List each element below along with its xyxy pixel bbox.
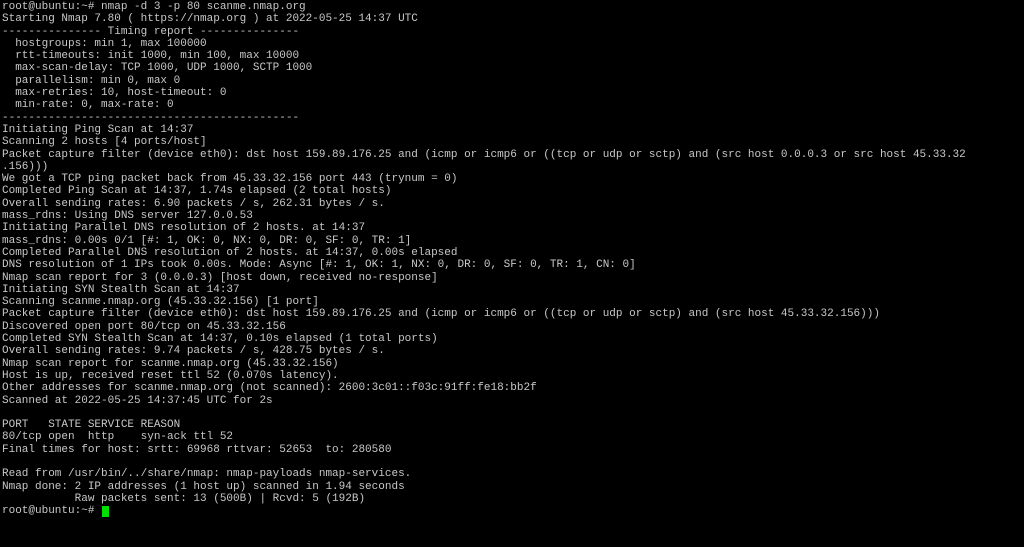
terminal-line-timing-footer: ----------------------------------------… [2,111,300,124]
shell-prompt: root@ubuntu:~# [2,505,102,518]
terminal-line: Packet capture filter (device eth0): dst… [2,148,966,161]
terminal-line: Nmap scan report for 3 (0.0.0.3) [host d… [2,271,438,284]
terminal-line: Scanning scanme.nmap.org (45.33.32.156) … [2,296,319,309]
terminal-line: Packet capture filter (device eth0): dst… [2,308,880,321]
terminal-line-parallelism: parallelism: min 0, max 0 [2,74,181,87]
terminal-line-raw-packets: Raw packets sent: 13 (500B) | Rcvd: 5 (1… [2,492,366,505]
terminal-line-rtt-timeouts: rtt-timeouts: init 1000, min 100, max 10… [2,50,300,63]
terminal-line: Overall sending rates: 6.90 packets / s,… [2,197,385,210]
terminal-line: Scanning 2 hosts [4 ports/host] [2,136,207,149]
terminal-line: .156))) [2,160,49,173]
terminal-line: mass_rdns: Using DNS server 127.0.0.53 [2,210,253,223]
terminal-line: Host is up, received reset ttl 52 (0.070… [2,369,339,382]
terminal-line: Initiating Ping Scan at 14:37 [2,123,194,136]
terminal-line: Discovered open port 80/tcp on 45.33.32.… [2,320,286,333]
terminal-line: Completed Ping Scan at 14:37, 1.74s elap… [2,185,392,198]
terminal-line: Read from /usr/bin/../share/nmap: nmap-p… [2,468,412,481]
terminal-line-hostgroups: hostgroups: min 1, max 100000 [2,37,207,50]
terminal-line: Other addresses for scanme.nmap.org (not… [2,382,537,395]
terminal-line-min-rate: min-rate: 0, max-rate: 0 [2,99,174,112]
terminal-line: Initiating SYN Stealth Scan at 14:37 [2,283,240,296]
terminal-line: Overall sending rates: 9.74 packets / s,… [2,345,385,358]
terminal-line: We got a TCP ping packet back from 45.33… [2,173,458,186]
terminal-line: Initiating Parallel DNS resolution of 2 … [2,222,366,235]
terminal-line: mass_rdns: 0.00s 0/1 [#: 1, OK: 0, NX: 0… [2,234,412,247]
terminal-line: Nmap scan report for scanme.nmap.org (45… [2,357,339,370]
terminal-line: Final times for host: srtt: 69968 rttvar… [2,443,392,456]
terminal-line: DNS resolution of 1 IPs took 0.00s. Mode… [2,259,636,272]
terminal-line-port-header: PORT STATE SERVICE REASON [2,419,181,432]
terminal-line-timing-header: --------------- Timing report ----------… [2,25,300,38]
terminal-line-port-row: 80/tcp open http syn-ack ttl 52 [2,431,234,444]
terminal-cursor [102,505,110,517]
terminal-line-command: root@ubuntu:~# nmap -d 3 -p 80 scanme.nm… [2,1,306,13]
terminal-line-nmap-done: Nmap done: 2 IP addresses (1 host up) sc… [2,480,405,493]
terminal-line-starting: Starting Nmap 7.80 ( https://nmap.org ) … [2,13,418,26]
terminal-line: Scanned at 2022-05-25 14:37:45 UTC for 2… [2,394,273,407]
terminal-line: Completed Parallel DNS resolution of 2 h… [2,246,458,259]
terminal-line-max-retries: max-retries: 10, host-timeout: 0 [2,87,227,100]
terminal-window[interactable]: root@ubuntu:~# nmap -d 3 -p 80 scanme.nm… [0,0,1024,547]
terminal-prompt-line[interactable]: root@ubuntu:~# [2,505,1024,517]
terminal-line-max-scan-delay: max-scan-delay: TCP 1000, UDP 1000, SCTP… [2,62,313,75]
terminal-line: Completed SYN Stealth Scan at 14:37, 0.1… [2,333,438,346]
